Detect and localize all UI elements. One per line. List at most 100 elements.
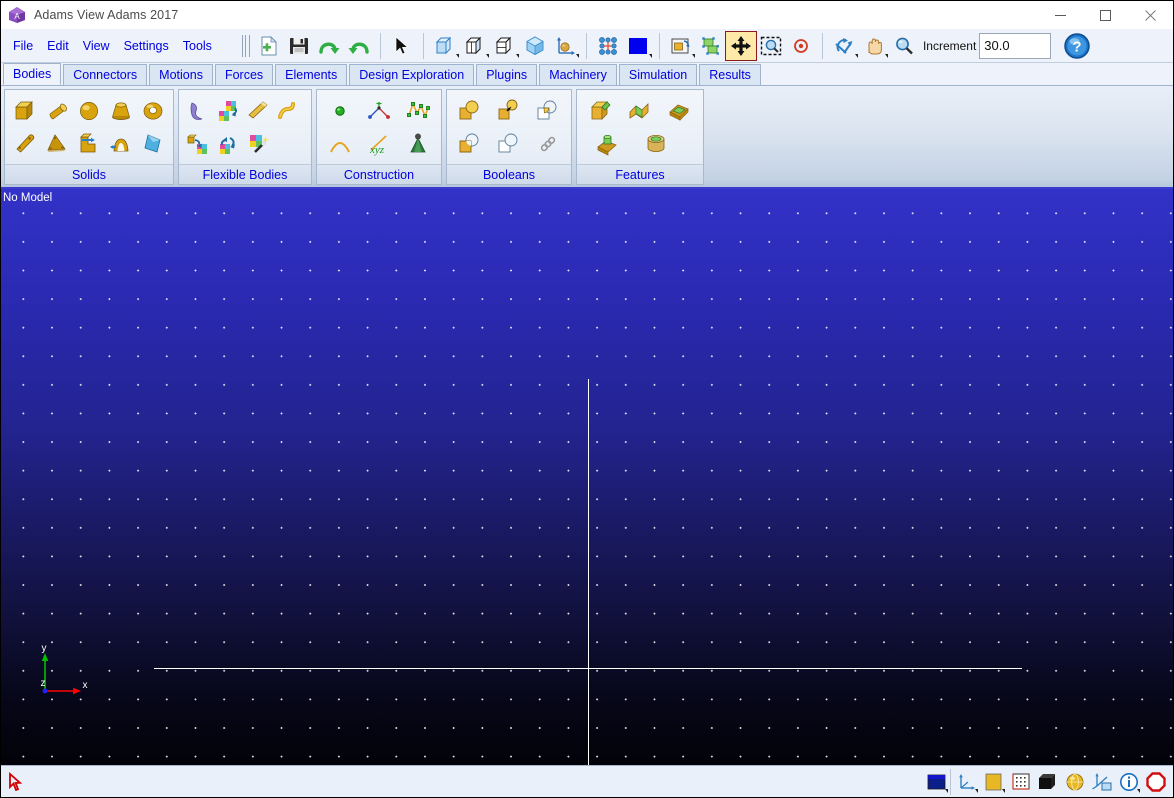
solid-revolution-button[interactable] (105, 128, 137, 160)
construction-ground-button[interactable] (401, 128, 435, 160)
pan-view-button[interactable] (859, 32, 889, 60)
minimize-button[interactable] (1038, 1, 1083, 29)
render-mode-button[interactable] (520, 32, 550, 60)
construction-icons: xyz (317, 90, 441, 164)
new-model-button[interactable] (254, 32, 284, 60)
construction-marker-button[interactable] (323, 95, 357, 127)
flex-edit-wand-button[interactable] (243, 128, 273, 160)
status-axes-button[interactable] (954, 769, 979, 795)
toolbar-drag-handle[interactable] (241, 34, 250, 58)
chevron-down-icon (455, 53, 459, 58)
background-color-button[interactable] (623, 32, 653, 60)
menu-tools[interactable]: Tools (177, 37, 218, 55)
tab-design-exploration[interactable]: Design Exploration (349, 64, 475, 85)
status-depth-button[interactable] (1035, 769, 1060, 795)
save-database-button[interactable] (284, 32, 314, 60)
feature-hole-button[interactable] (639, 128, 673, 160)
solid-plane-button[interactable] (137, 128, 169, 160)
depth-toggle-button[interactable] (666, 32, 696, 60)
close-button[interactable] (1128, 1, 1173, 29)
status-left-region (1, 771, 33, 792)
solid-sphere-button[interactable] (73, 95, 105, 127)
tab-plugins[interactable]: Plugins (476, 64, 538, 85)
solid-cylinder-button[interactable] (41, 95, 73, 127)
status-view-button[interactable] (1089, 769, 1114, 795)
rotate-view-button[interactable] (829, 32, 859, 60)
flex-swap-button[interactable] (213, 128, 243, 160)
boolean-intersect-button[interactable] (531, 95, 565, 127)
flex-discrete-link-button[interactable] (183, 95, 213, 127)
zoom-box-button[interactable] (756, 32, 786, 60)
flex-to-rigid-button[interactable] (183, 128, 213, 160)
menu-edit[interactable]: Edit (41, 37, 75, 55)
flex-beam-button[interactable] (243, 95, 273, 127)
boolean-cut-button[interactable] (453, 128, 487, 160)
tab-bodies[interactable]: Bodies (3, 63, 62, 85)
tab-results[interactable]: Results (699, 64, 761, 85)
flex-curved-beam-button[interactable] (273, 95, 303, 127)
chevron-down-icon (945, 789, 948, 793)
icon-visibility-button[interactable] (696, 32, 726, 60)
solid-box-button[interactable] (9, 95, 41, 127)
menu-file[interactable]: File (7, 37, 39, 55)
feature-fillet-button[interactable] (623, 95, 657, 127)
tab-elements[interactable]: Elements (275, 64, 348, 85)
boolean-merge-button[interactable] (492, 95, 526, 127)
side-view-button[interactable] (460, 32, 490, 60)
adams-logo-icon: A (8, 6, 26, 24)
undo-button[interactable] (344, 32, 374, 60)
construction-polyline-button[interactable] (362, 95, 396, 127)
ribbon-group-flexible-bodies: Flexible Bodies (178, 89, 312, 185)
boolean-chain-button[interactable] (531, 128, 565, 160)
flexible-bodies-icons (179, 90, 311, 164)
status-grid-button[interactable] (1008, 769, 1033, 795)
status-color-button[interactable] (981, 769, 1006, 795)
chevron-down-icon (1137, 789, 1140, 793)
solid-torus-button[interactable] (137, 95, 169, 127)
tab-forces[interactable]: Forces (214, 64, 274, 85)
chevron-down-icon (515, 53, 519, 58)
redo-button[interactable] (314, 32, 344, 60)
view-orientation-button[interactable] (550, 32, 580, 60)
tab-connectors[interactable]: Connectors (63, 64, 148, 85)
status-bar (1, 765, 1173, 797)
construction-arc-button[interactable] (323, 128, 357, 160)
solid-frustum-button[interactable] (105, 95, 137, 127)
working-grid-button[interactable] (593, 32, 623, 60)
feature-boss-button[interactable] (591, 128, 625, 160)
status-background-button[interactable] (924, 769, 949, 795)
increment-input[interactable] (979, 32, 1052, 59)
select-mode-button[interactable] (387, 32, 417, 60)
status-render-button[interactable] (1062, 769, 1087, 795)
model-viewport[interactable]: No Model y x z (1, 189, 1173, 765)
solid-plate-button[interactable] (41, 128, 73, 160)
ribbon-group-solids: Solids (4, 89, 174, 185)
booleans-group-label: Booleans (447, 164, 571, 184)
status-info-button[interactable] (1116, 769, 1141, 795)
status-stop-button[interactable] (1143, 769, 1168, 795)
tab-motions[interactable]: Motions (149, 64, 213, 85)
tab-machinery[interactable]: Machinery (539, 64, 617, 85)
construction-spline-button[interactable] (401, 95, 435, 127)
construction-csys-button[interactable]: xyz (362, 128, 396, 160)
solid-extrusion-button[interactable] (73, 128, 105, 160)
help-button[interactable]: ? (1061, 31, 1093, 61)
maximize-button[interactable] (1083, 1, 1128, 29)
status-view-tools-group (950, 769, 1169, 795)
zoom-button[interactable] (889, 32, 919, 60)
menu-settings[interactable]: Settings (118, 37, 175, 55)
center-view-button[interactable] (786, 32, 816, 60)
iso-view-button[interactable] (490, 32, 520, 60)
menu-view[interactable]: View (77, 37, 116, 55)
feature-chamfer-button[interactable] (584, 95, 618, 127)
features-row-2 (581, 127, 699, 160)
fit-view-button[interactable] (724, 30, 757, 61)
flex-rigid-to-flex-button[interactable] (213, 95, 243, 127)
feature-hollow-button[interactable] (662, 95, 696, 127)
boolean-unite-button[interactable] (453, 95, 487, 127)
tab-simulation[interactable]: Simulation (618, 64, 698, 85)
front-view-button[interactable] (430, 32, 460, 60)
boolean-split-button[interactable] (492, 128, 526, 160)
solid-link-button[interactable] (9, 128, 41, 160)
grid-vertical-axis-line (588, 379, 589, 765)
